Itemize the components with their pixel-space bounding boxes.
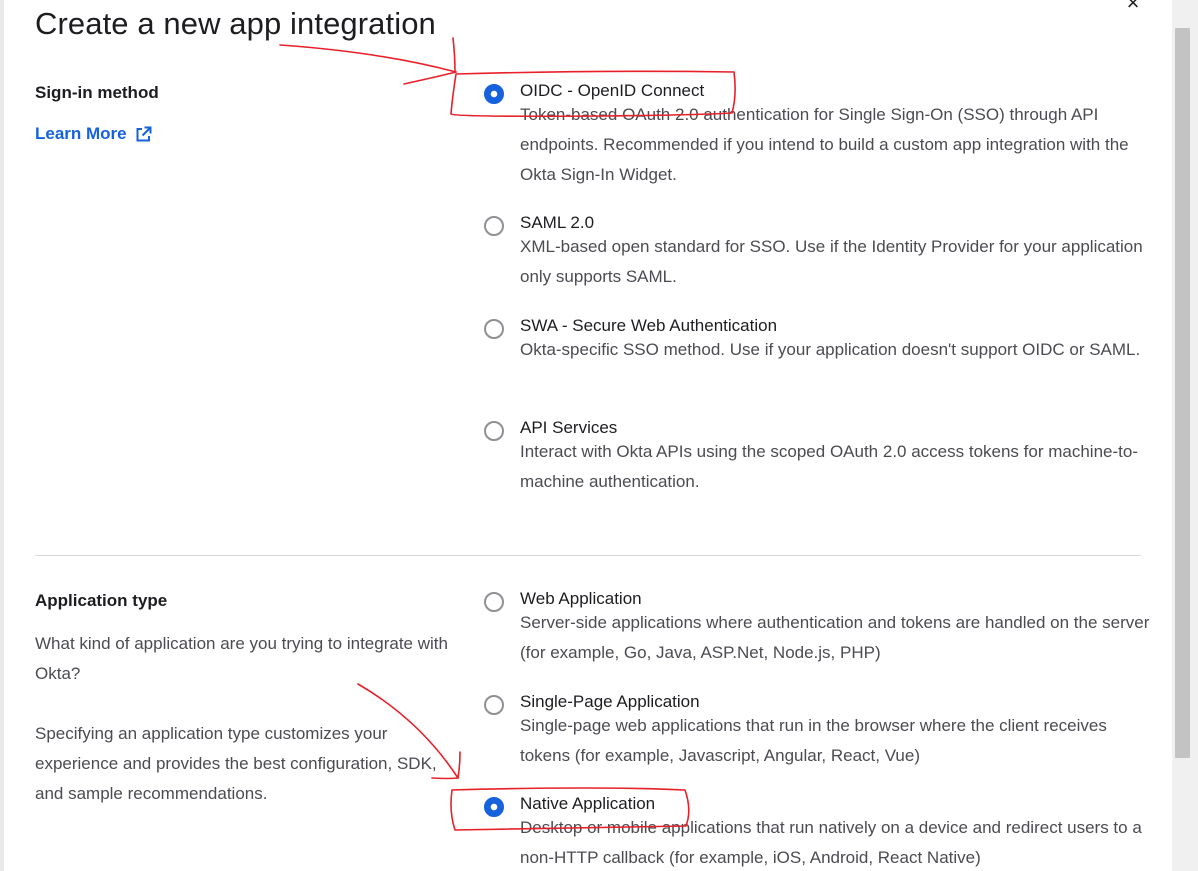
radio-saml[interactable] <box>484 216 504 236</box>
application-type-label: Application type <box>35 591 168 610</box>
option-description: Token-based OAuth 2.0 authentication for… <box>520 105 1129 184</box>
option-label: Native Application <box>520 794 656 813</box>
section-divider <box>35 555 1141 556</box>
option-label: API Services <box>520 418 618 437</box>
option-label: SAML 2.0 <box>520 213 595 232</box>
option-label: OIDC - OpenID Connect <box>520 81 705 100</box>
learn-more-link[interactable]: Learn More <box>35 124 152 144</box>
create-app-integration-dialog: Create a new app integration × Sign-in m… <box>4 0 1172 871</box>
option-label: SWA - Secure Web Authentication <box>520 316 778 335</box>
dialog-title: Create a new app integration <box>35 6 436 41</box>
close-icon[interactable]: × <box>1121 0 1145 16</box>
option-description: Single-page web applications that run in… <box>520 716 1107 765</box>
option-label: Single-Page Application <box>520 692 700 711</box>
external-link-icon <box>136 126 152 141</box>
option-label: Web Application <box>520 589 642 608</box>
option-description: XML-based open standard for SSO. Use if … <box>520 237 1143 286</box>
option-description: Server-side applications where authentic… <box>520 613 1150 662</box>
application-type-hint: Specifying an application type customize… <box>35 724 437 803</box>
radio-oidc[interactable] <box>484 84 504 104</box>
radio-single-page-application[interactable] <box>484 695 504 715</box>
radio-native-application[interactable] <box>484 797 504 817</box>
option-description: Okta-specific SSO method. Use if your ap… <box>520 340 1141 359</box>
scrollbar[interactable] <box>1172 0 1198 871</box>
radio-web-application[interactable] <box>484 592 504 612</box>
option-description: Desktop or mobile applications that run … <box>520 818 1142 867</box>
scrollbar-thumb[interactable] <box>1175 28 1190 758</box>
radio-swa[interactable] <box>484 319 504 339</box>
learn-more-label: Learn More <box>35 124 127 143</box>
option-description: Interact with Okta APIs using the scoped… <box>520 442 1138 491</box>
application-type-question: What kind of application are you trying … <box>35 634 448 683</box>
radio-api-services[interactable] <box>484 421 504 441</box>
sign-in-method-label: Sign-in method <box>35 83 159 102</box>
